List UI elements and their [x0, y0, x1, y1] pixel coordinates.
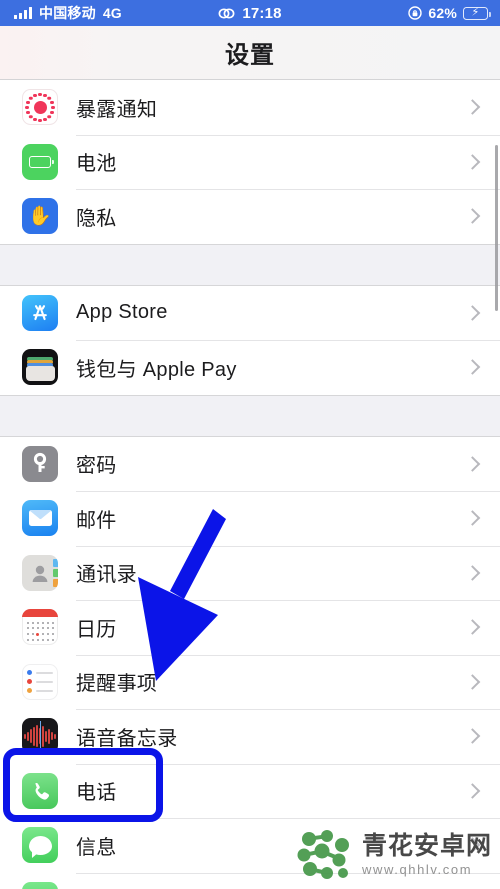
chevron-right-icon: [464, 359, 481, 376]
settings-row-privacy[interactable]: ✋ 隐私: [0, 189, 500, 244]
contacts-icon: [22, 554, 58, 591]
annotation-highlight-box: [3, 748, 163, 822]
settings-row-exposure-notifications[interactable]: 暴露通知: [0, 80, 500, 135]
chevron-right-icon: [464, 455, 481, 472]
settings-row-label: 语音备忘录: [76, 727, 178, 750]
navigation-bar: 设置: [0, 26, 500, 80]
reminders-icon: [22, 663, 58, 700]
chevron-right-icon: [464, 510, 481, 527]
settings-row-contacts[interactable]: 通讯录: [0, 545, 500, 600]
exposure-notification-icon: [22, 89, 58, 126]
settings-row-wallet-apple-pay[interactable]: 钱包与 Apple Pay: [0, 340, 500, 395]
app-store-icon: [22, 294, 58, 331]
chevron-right-icon: [464, 99, 481, 116]
settings-row-label: 日历: [76, 618, 117, 641]
battery-icon: [22, 143, 58, 180]
chevron-right-icon: [464, 564, 481, 581]
settings-row-app-store[interactable]: App Store: [0, 285, 500, 340]
privacy-hand-icon: ✋: [22, 198, 58, 235]
settings-group-2: App Store 钱包与 Apple Pay: [0, 285, 500, 395]
charging-bolt-icon: ⚡: [471, 6, 480, 19]
chain-link-icon: [218, 7, 235, 19]
settings-row-passwords[interactable]: 密码: [0, 436, 500, 491]
facetime-icon: [22, 881, 58, 889]
chevron-right-icon: [464, 728, 481, 745]
settings-group-1: 暴露通知 电池 ✋ 隐私: [0, 80, 500, 244]
page-title: 设置: [225, 42, 275, 69]
passwords-key-icon: [22, 445, 58, 482]
settings-row-mail[interactable]: 邮件: [0, 491, 500, 546]
settings-row-calendar[interactable]: 日历: [0, 600, 500, 655]
settings-row-label: 隐私: [76, 207, 117, 230]
phone-screen: 中国移动 4G 17:18 62% ⚡ 设置 暴露通知 电池 ✋ 隐私 App …: [0, 0, 500, 889]
chevron-right-icon: [464, 304, 481, 321]
settings-row-reminders[interactable]: 提醒事项: [0, 654, 500, 709]
status-bar-right: 62% ⚡: [408, 5, 491, 21]
settings-row-label: 提醒事项: [76, 673, 158, 696]
chevron-right-icon: [464, 673, 481, 690]
settings-row-battery[interactable]: 电池: [0, 134, 500, 189]
battery-icon: ⚡: [463, 6, 491, 20]
battery-percentage: 62%: [428, 5, 457, 21]
settings-row-label: 信息: [76, 836, 117, 859]
watermark-logo-icon: [297, 830, 349, 879]
chevron-right-icon: [464, 153, 481, 170]
settings-row-label: App Store: [76, 301, 168, 324]
scrollbar-thumb[interactable]: [494, 145, 498, 311]
watermark-title: 青花安卓网: [361, 832, 492, 860]
rotation-lock-icon: [408, 6, 423, 20]
messages-icon: [22, 827, 58, 864]
mail-icon: [22, 500, 58, 537]
watermark-url: www.qhhlv.com: [361, 862, 473, 877]
settings-row-label: 邮件: [76, 509, 117, 532]
settings-row-label: 钱包与 Apple Pay: [76, 358, 237, 381]
chevron-right-icon: [464, 619, 481, 636]
settings-row-label: 暴露通知: [76, 98, 158, 121]
calendar-icon: [22, 609, 58, 646]
watermark: 青花安卓网 www.qhhlv.com: [295, 829, 492, 881]
settings-row-label: FaceTime 通话: [76, 885, 213, 889]
settings-row-label: 电池: [76, 153, 117, 176]
group-separator: [0, 243, 500, 286]
status-bar: 中国移动 4G 17:18 62% ⚡: [0, 0, 500, 26]
wallet-icon: [22, 349, 58, 386]
chevron-right-icon: [464, 782, 481, 799]
settings-row-label: 通讯录: [76, 564, 137, 587]
status-bar-clock: 17:18: [242, 4, 282, 22]
settings-row-label: 密码: [76, 455, 117, 478]
group-separator: [0, 394, 500, 437]
chevron-right-icon: [464, 208, 481, 225]
